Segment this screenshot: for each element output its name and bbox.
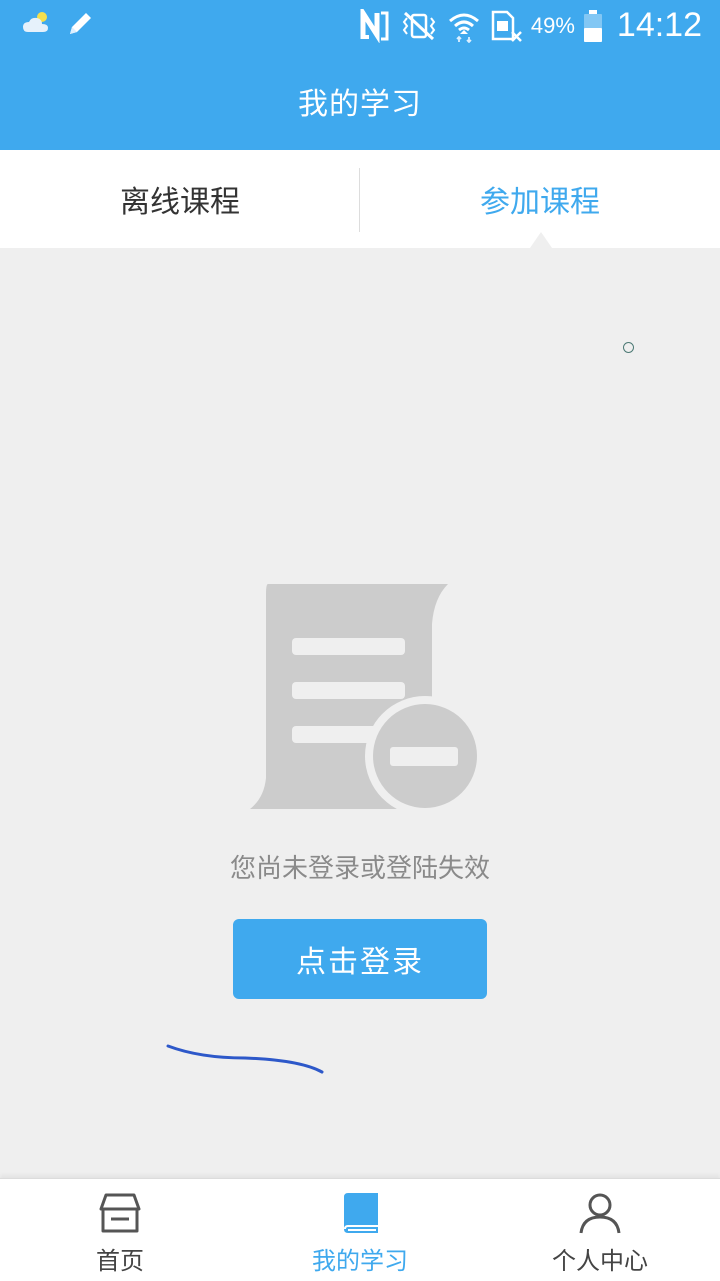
bottom-navigation: 首页 我的学习 个人中心 xyxy=(0,1178,720,1281)
tab-offline-courses-label: 离线课程 xyxy=(120,185,240,220)
login-button[interactable]: 点击登录 xyxy=(233,919,487,999)
stray-stroke xyxy=(160,1036,330,1084)
nav-item-my-learning[interactable]: 我的学习 xyxy=(240,1179,480,1281)
nav-item-home[interactable]: 首页 xyxy=(0,1179,240,1281)
nav-label-home: 首页 xyxy=(96,1247,144,1275)
empty-state-message: 您尚未登录或登陆失效 xyxy=(229,854,490,884)
book-icon xyxy=(338,1191,382,1235)
course-tabs: 离线课程 参加课程 xyxy=(0,150,720,248)
status-right-icons: 49% 14:12 xyxy=(359,6,702,45)
status-time: 14:12 xyxy=(616,6,702,44)
nav-label-my-learning: 我的学习 xyxy=(312,1247,408,1275)
document-minus-icon xyxy=(248,584,485,818)
tab-divider xyxy=(359,168,360,232)
status-bar: 49% 14:12 xyxy=(0,0,720,52)
battery-percent: 49% xyxy=(530,12,575,38)
tab-offline-courses[interactable]: 离线课程 xyxy=(0,150,360,248)
battery-icon xyxy=(583,9,603,43)
nav-label-profile: 个人中心 xyxy=(552,1247,648,1275)
tab-joined-courses-label: 参加课程 xyxy=(480,185,600,220)
header-bar: 我的学习 xyxy=(0,52,720,150)
sim-icon xyxy=(489,9,523,43)
pencil-icon xyxy=(66,8,96,38)
loading-indicator xyxy=(623,342,634,353)
status-left-icons xyxy=(22,8,96,38)
wifi-icon xyxy=(447,9,481,43)
weather-icon xyxy=(22,10,52,36)
active-tab-indicator xyxy=(530,232,552,248)
home-icon xyxy=(98,1191,142,1235)
page-title: 我的学习 xyxy=(298,87,422,122)
nfc-icon xyxy=(359,8,391,43)
person-icon xyxy=(578,1191,622,1235)
vibrate-icon xyxy=(399,10,439,42)
nav-item-profile[interactable]: 个人中心 xyxy=(480,1179,720,1281)
